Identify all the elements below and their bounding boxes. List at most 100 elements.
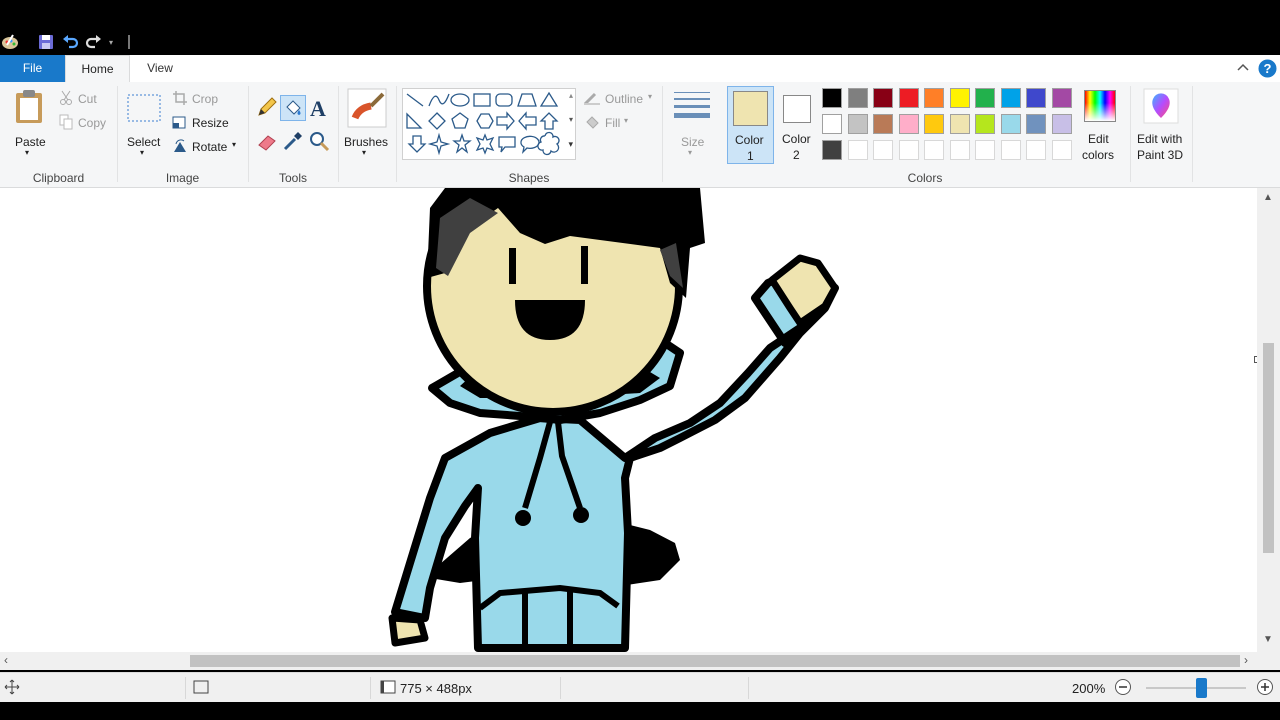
zoom-in-icon[interactable] — [1256, 678, 1274, 696]
resize-icon — [172, 116, 186, 129]
tab-home[interactable]: Home — [65, 55, 130, 82]
palette-swatch[interactable] — [873, 114, 893, 134]
color2-button[interactable]: Color 2 — [776, 86, 818, 164]
color1-swatch — [733, 91, 768, 126]
palette-swatch[interactable] — [1051, 114, 1072, 134]
select-button[interactable]: Select ▾ — [123, 86, 165, 162]
outline-label: Outline — [605, 92, 644, 106]
palette-swatch[interactable] — [924, 88, 944, 108]
shapes-scroll-up-icon[interactable]: ▴ — [569, 91, 573, 100]
collapse-ribbon-icon[interactable] — [1236, 61, 1250, 76]
palette-swatch[interactable] — [822, 140, 842, 160]
palette-swatch[interactable] — [822, 88, 842, 108]
ribbon-divider — [1192, 86, 1193, 182]
shapes-gallery[interactable]: ▴ ▾ ▾ — [402, 88, 576, 160]
color2-label: Color — [782, 132, 811, 146]
magnifier-tool[interactable] — [308, 130, 332, 154]
shapes-scroll-down-icon[interactable]: ▾ — [569, 115, 573, 124]
rotate-button[interactable]: Rotate ▾ — [170, 138, 245, 156]
palette-swatch[interactable] — [924, 114, 944, 134]
canvas-workspace[interactable] — [0, 188, 1257, 652]
palette-swatch[interactable] — [975, 114, 995, 134]
crop-button[interactable]: Crop — [170, 90, 240, 108]
paint3d-label-line2: Paint 3D — [1137, 148, 1184, 162]
scroll-left-icon[interactable]: ‹ — [4, 653, 8, 667]
help-icon[interactable]: ? — [1258, 59, 1277, 81]
fill-button[interactable]: Fill ▾ — [582, 114, 642, 132]
palette-swatch[interactable] — [847, 88, 868, 108]
resize-button[interactable]: Resize — [170, 114, 240, 132]
palette-swatch[interactable] — [898, 140, 919, 160]
palette-swatch[interactable] — [1000, 140, 1021, 160]
eraser-tool[interactable] — [256, 130, 280, 154]
palette-swatch[interactable] — [949, 114, 970, 134]
brushes-button[interactable]: Brushes ▾ — [342, 86, 392, 166]
palette-swatch[interactable] — [975, 140, 995, 160]
palette-swatch[interactable] — [1026, 88, 1046, 108]
outline-dropdown-icon: ▾ — [648, 92, 653, 101]
vertical-scrollbar[interactable]: ▲ ▼ — [1257, 188, 1280, 652]
palette-swatch[interactable] — [975, 88, 995, 108]
zoom-slider-thumb[interactable] — [1196, 678, 1207, 698]
palette-swatch[interactable] — [924, 140, 944, 160]
customize-qat-icon[interactable]: ▾ — [106, 32, 116, 52]
edit-colors-button[interactable]: Edit colors — [1078, 86, 1128, 166]
palette-swatch[interactable] — [847, 114, 868, 134]
shapes-group-label: Shapes — [508, 171, 550, 185]
shapes-expand-icon[interactable]: ▾ — [568, 139, 573, 150]
copy-button[interactable]: Copy — [58, 114, 108, 132]
color1-button[interactable]: Color 1 — [727, 86, 774, 164]
palette-swatch[interactable] — [1051, 140, 1072, 160]
palette-swatch[interactable] — [822, 114, 842, 134]
palette-swatch[interactable] — [1026, 114, 1046, 134]
fill-tool[interactable] — [280, 95, 306, 121]
edit-with-paint3d-button[interactable]: Edit with Paint 3D — [1133, 86, 1189, 166]
palette-swatch[interactable] — [949, 140, 970, 160]
paint-app-icon[interactable] — [0, 32, 20, 52]
qat-divider — [128, 35, 130, 49]
palette-swatch[interactable] — [898, 88, 919, 108]
horizontal-scroll-thumb[interactable] — [190, 655, 1240, 667]
scroll-up-icon[interactable]: ▲ — [1263, 192, 1273, 203]
palette-swatch[interactable] — [1000, 114, 1021, 134]
palette-swatch[interactable] — [1000, 88, 1021, 108]
pencil-tool[interactable] — [256, 96, 280, 120]
undo-icon[interactable] — [58, 32, 82, 52]
redo-icon[interactable] — [82, 32, 106, 52]
fill-shape-icon — [586, 116, 599, 129]
brush-icon — [347, 88, 387, 128]
palette-swatch[interactable] — [873, 88, 893, 108]
colors-group-label: Colors — [907, 171, 943, 185]
palette-swatch[interactable] — [1026, 140, 1046, 160]
palette-swatch[interactable] — [898, 114, 919, 134]
cut-button[interactable]: Cut — [58, 90, 108, 108]
palette-swatch[interactable] — [873, 140, 893, 160]
tab-file[interactable]: File — [0, 55, 65, 82]
paste-button[interactable]: Paste ▾ — [8, 86, 50, 162]
text-tool[interactable]: A — [310, 96, 326, 122]
horizontal-scrollbar[interactable]: ‹ › — [0, 652, 1280, 670]
outline-button[interactable]: Outline ▾ — [582, 90, 657, 108]
color-picker-tool[interactable] — [282, 130, 306, 154]
save-icon[interactable] — [34, 32, 58, 52]
size-dropdown-icon: ▾ — [688, 148, 693, 157]
crop-icon — [173, 91, 187, 105]
ribbon-divider — [117, 86, 118, 182]
ribbon-tabs: File Home View ? — [0, 55, 1280, 82]
palette-swatch[interactable] — [1051, 88, 1072, 108]
palette-swatch[interactable] — [949, 88, 970, 108]
status-divider — [748, 677, 749, 699]
ribbon-divider — [396, 86, 397, 182]
drawing-canvas[interactable] — [0, 188, 1257, 652]
palette-swatch[interactable] — [847, 140, 868, 160]
tab-view[interactable]: View — [130, 55, 190, 82]
image-group-label: Image — [165, 171, 200, 185]
size-button[interactable]: Size ▾ — [668, 86, 716, 166]
vertical-scroll-thumb[interactable] — [1263, 343, 1274, 553]
canvas-size-icon — [380, 680, 396, 694]
scissors-icon — [60, 90, 72, 105]
scroll-right-icon[interactable]: › — [1244, 653, 1248, 667]
window-bottom-border — [0, 702, 1280, 720]
scroll-down-icon[interactable]: ▼ — [1263, 634, 1273, 645]
zoom-out-icon[interactable] — [1114, 678, 1132, 696]
